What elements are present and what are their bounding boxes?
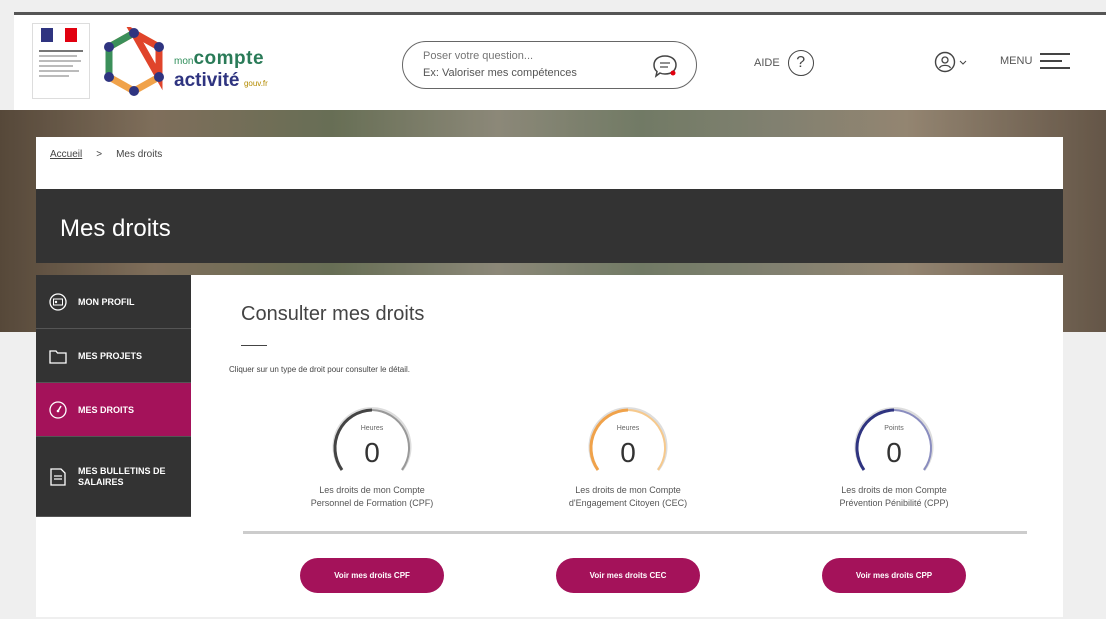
gauge-label-line2: Personnel de Formation (CPF) [310, 498, 434, 508]
gauge-unit: Heures [617, 425, 640, 432]
gauge-label: Les droits de mon Compte Personnel de Fo… [272, 484, 472, 510]
gauge-label-line1: Les droits de mon Compte [841, 485, 947, 495]
gauge-cec-icon: Heures 0 [588, 407, 668, 471]
rights-gauge-cec[interactable]: Heures 0 Les droits de mon Compte d'Enga… [528, 400, 728, 510]
gauge-unit: Heures [361, 425, 384, 432]
breadcrumb-separator: > [96, 149, 103, 160]
brand-gouv: gouv.fr [243, 79, 268, 88]
sidebar-item-mon-profil[interactable]: MON PROFIL [36, 275, 191, 329]
gauge-value: 0 [364, 437, 380, 468]
republique-francaise-logo[interactable] [32, 23, 90, 99]
gauge-label-line2: d'Engagement Citoyen (CEC) [568, 498, 688, 508]
rights-gauge-cpf[interactable]: Heures 0 Les droits de mon Compte Person… [272, 400, 472, 510]
hamburger-icon [1040, 53, 1071, 69]
gauge-unit: Points [884, 425, 904, 432]
search-input[interactable] [423, 50, 633, 62]
chevron-down-icon [959, 60, 967, 65]
breadcrumb-home-link[interactable]: Accueil [50, 149, 82, 160]
rights-gauge-cpp[interactable]: Points 0 Les droits de mon Compte Préven… [794, 400, 994, 510]
hexagon-logo-icon [104, 27, 164, 96]
page: moncompte activité gouv.fr Ex: Valoriser… [0, 0, 1106, 619]
gauge-label: Les droits de mon Compte Prévention Péni… [794, 484, 994, 510]
page-title-bar: Mes droits [36, 189, 1063, 263]
sidebar-item-mes-bulletins[interactable]: MES BULLETINS DE SALAIRES [36, 437, 191, 517]
view-cpf-rights-button[interactable]: Voir mes droits CPF [300, 558, 444, 593]
sidebar: MON PROFIL MES PROJETS MES DROITS MES BU… [36, 275, 191, 617]
brand-mon: mon [174, 56, 194, 67]
folder-icon [48, 346, 68, 366]
sidebar-item-label: MES DROITS [78, 404, 135, 415]
gauge-icon [48, 400, 68, 420]
gauge-label-line1: Les droits de mon Compte [575, 485, 681, 495]
help-label: AIDE [754, 57, 780, 69]
section-divider [243, 531, 1027, 534]
gauge-label: Les droits de mon Compte d'Engagement Ci… [528, 484, 728, 510]
help-link[interactable]: AIDE ? [754, 50, 814, 76]
view-cec-rights-button[interactable]: Voir mes droits CEC [556, 558, 700, 593]
title-underline [241, 345, 267, 346]
menu-label: MENU [1000, 55, 1033, 67]
help-icon: ? [787, 50, 814, 76]
gauge-label-line1: Les droits de mon Compte [319, 485, 425, 495]
gauge-label-line2: Prévention Pénibilité (CPP) [839, 498, 949, 508]
brand-activite: activité [174, 70, 240, 91]
gauge-cpp-icon: Points 0 [854, 407, 934, 471]
sidebar-item-label: MES PROJETS [78, 350, 143, 361]
breadcrumb-current: Mes droits [116, 149, 163, 160]
profile-card-icon [48, 292, 68, 312]
main-content: Consulter mes droits Cliquer sur un type… [191, 275, 1063, 617]
header: moncompte activité gouv.fr Ex: Valoriser… [14, 15, 1106, 110]
sidebar-item-label: MES BULLETINS DE SALAIRES [78, 465, 166, 487]
sidebar-item-label: MON PROFIL [78, 296, 135, 307]
brand-logo[interactable]: moncompte activité gouv.fr [174, 48, 268, 92]
search-box[interactable]: Ex: Valoriser mes compétences [402, 41, 697, 89]
document-icon [48, 467, 68, 487]
sidebar-item-mes-droits[interactable]: MES DROITS [36, 383, 191, 437]
page-title: Mes droits [60, 215, 171, 242]
gauge-cpf-icon: Heures 0 [332, 407, 412, 471]
menu-button[interactable]: MENU [1000, 53, 1071, 69]
chat-bubble-icon[interactable] [652, 53, 678, 79]
instruction-text: Cliquer sur un type de droit pour consul… [229, 365, 410, 374]
view-cpp-rights-button[interactable]: Voir mes droits CPP [822, 558, 966, 593]
user-icon [934, 51, 956, 73]
sidebar-item-mes-projets[interactable]: MES PROJETS [36, 329, 191, 383]
section-title: Consulter mes droits [241, 303, 425, 325]
gauge-value: 0 [620, 437, 636, 468]
user-account-button[interactable] [934, 51, 967, 73]
gauge-value: 0 [886, 437, 902, 468]
search-example: Ex: Valoriser mes compétences [423, 67, 577, 79]
brand-compte: compte [193, 48, 265, 69]
breadcrumb: Accueil > Mes droits [36, 137, 1063, 189]
